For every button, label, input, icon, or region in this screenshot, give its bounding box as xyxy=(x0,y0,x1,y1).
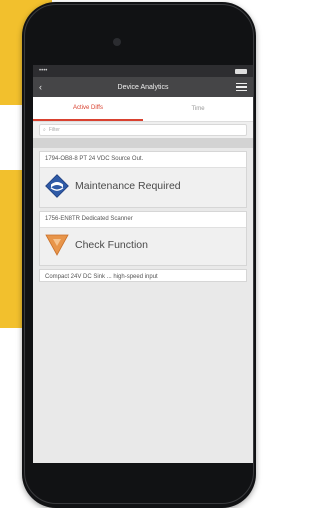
device-card[interactable]: Compact 24V DC Sink ... high-speed input xyxy=(39,269,247,282)
tab-active-diffs[interactable]: Active Diffs xyxy=(33,97,143,121)
signal-icon: •••• xyxy=(39,68,48,74)
tab-bar: Active Diffs Time xyxy=(33,97,253,122)
device-title: 1794-OB8-8 PT 24 VDC Source Out. xyxy=(45,156,144,162)
app-header: ‹ Device Analytics xyxy=(33,77,253,97)
hamburger-icon[interactable] xyxy=(236,82,247,92)
status-block: Maintenance Required xyxy=(40,167,246,207)
status-bar: •••• xyxy=(33,65,253,77)
device-card[interactable]: 1756-EN8TR Dedicated Scanner Check Funct… xyxy=(39,211,247,266)
status-row: Maintenance Required xyxy=(45,174,241,198)
back-arrow-icon[interactable]: ‹ xyxy=(39,82,50,92)
search-icon: ⌕ xyxy=(43,127,46,133)
status-label: Check Function xyxy=(75,239,148,251)
device-card[interactable]: 1794-OB8-8 PT 24 VDC Source Out. Mainten… xyxy=(39,151,247,208)
search-placeholder: Filter xyxy=(48,127,60,133)
search-input[interactable]: ⌕ Filter xyxy=(39,124,247,136)
device-title: Compact 24V DC Sink ... high-speed input xyxy=(45,274,158,280)
status-label: Maintenance Required xyxy=(75,180,181,192)
maintenance-required-icon xyxy=(45,174,69,198)
status-row: Check Function xyxy=(45,234,241,256)
status-block: Check Function xyxy=(40,227,246,265)
check-function-icon xyxy=(45,234,69,256)
search-row: ⌕ Filter xyxy=(33,122,253,138)
page-title: Device Analytics xyxy=(117,83,169,91)
tab-time[interactable]: Time xyxy=(143,97,253,121)
device-title: 1756-EN8TR Dedicated Scanner xyxy=(45,216,133,222)
section-header xyxy=(33,138,253,148)
battery-icon xyxy=(235,68,247,74)
front-camera-icon xyxy=(113,38,121,46)
app-screen: •••• ‹ Device Analytics Active Diffs Tim… xyxy=(33,65,253,463)
